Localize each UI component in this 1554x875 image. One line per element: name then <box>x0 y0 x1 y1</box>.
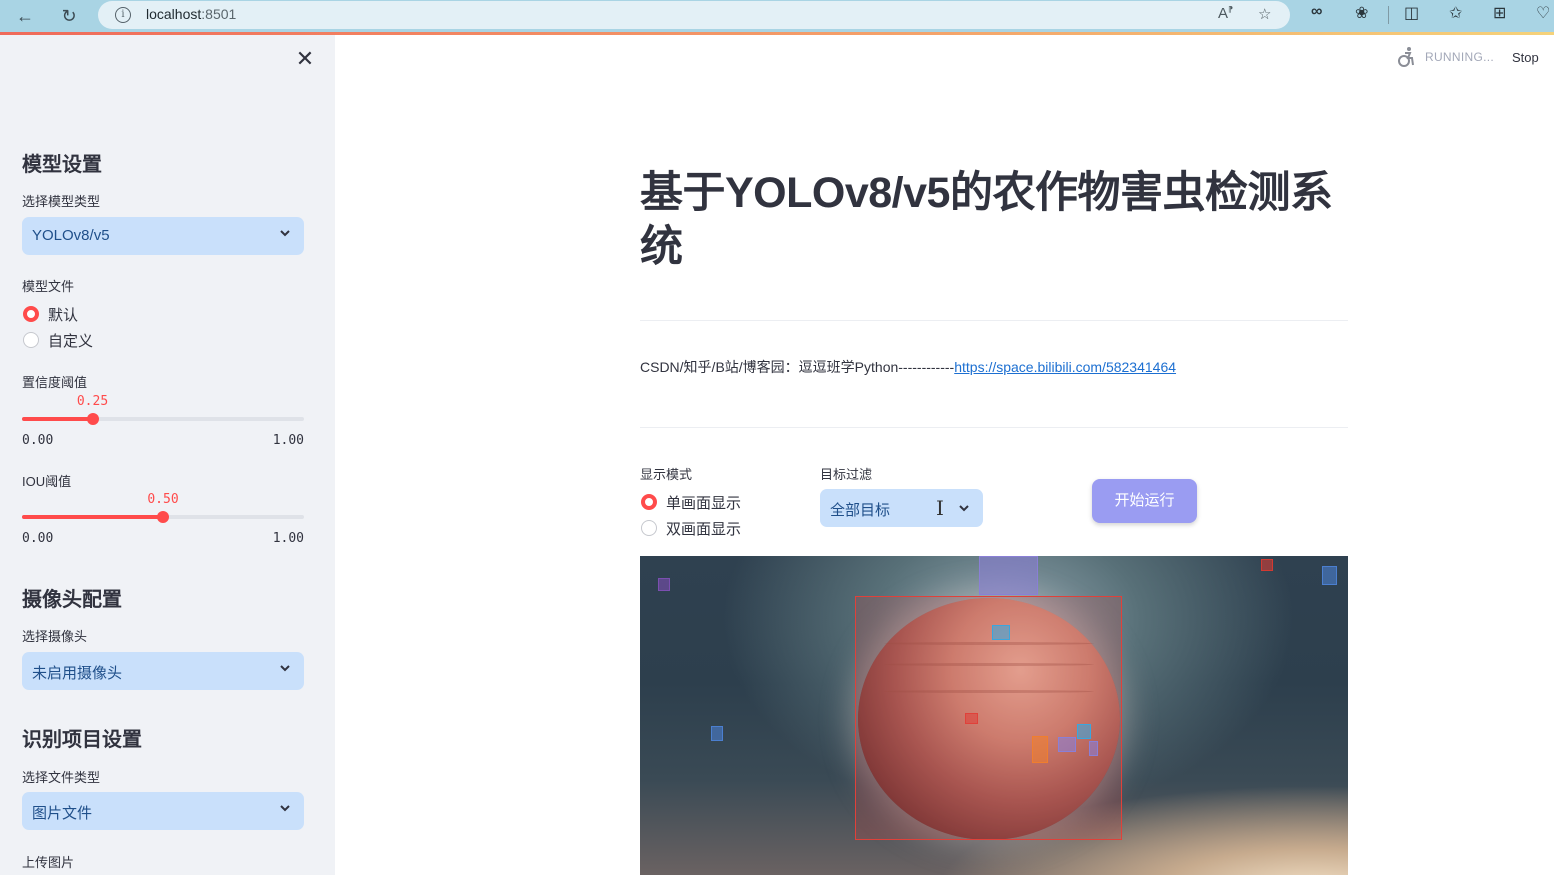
address-bar[interactable]: i localhost:8501 A⁋ ☆ <box>98 1 1290 29</box>
read-aloud-icon[interactable]: A⁋ <box>1218 5 1233 22</box>
back-icon[interactable]: ← <box>11 2 39 30</box>
model-type-label: 选择模型类型 <box>22 194 101 209</box>
camera-value: 未启用摄像头 <box>32 665 123 682</box>
display-mode-label: 显示模式 <box>640 467 693 482</box>
chevron-down-icon <box>959 505 969 512</box>
file-type-select[interactable]: 图片文件 <box>22 792 304 830</box>
radio-label: 自定义 <box>48 333 94 350</box>
toolbar-divider <box>1388 6 1389 24</box>
info-icon[interactable]: i <box>115 7 131 23</box>
model-settings-heading: 模型设置 <box>22 154 102 176</box>
bilibili-link[interactable]: https://space.bilibili.com/582341464 <box>954 359 1176 375</box>
text-cursor-icon: I <box>936 496 944 520</box>
divider <box>640 320 1348 321</box>
slider-min: 0.00 <box>22 531 54 546</box>
confidence-slider[interactable]: 0.25 0.00 1.00 <box>22 394 304 456</box>
file-type-value: 图片文件 <box>32 805 93 822</box>
radio-unselected-icon <box>23 332 39 348</box>
running-status-text: RUNNING... <box>1425 50 1494 64</box>
model-type-select[interactable]: YOLOv8/v5 <box>22 217 304 255</box>
close-sidebar-button[interactable]: ✕ <box>294 48 316 70</box>
favorite-star-icon[interactable]: ☆ <box>1258 5 1271 23</box>
radio-unselected-icon <box>641 520 657 536</box>
stop-button[interactable]: Stop <box>1512 50 1539 65</box>
radio-label: 双画面显示 <box>666 521 742 538</box>
chevron-down-icon <box>280 230 290 237</box>
detection-box <box>1077 724 1091 739</box>
detection-settings-heading: 识别项目设置 <box>22 729 142 751</box>
slider-current-value: 0.25 <box>76 394 109 409</box>
radio-label: 单画面显示 <box>666 495 742 512</box>
radio-label: 默认 <box>48 307 79 324</box>
radio-selected-icon <box>641 494 657 510</box>
divider <box>640 427 1348 428</box>
slider-max: 1.00 <box>272 433 304 448</box>
detection-box <box>1032 736 1048 763</box>
detection-box <box>979 556 1038 595</box>
author-info-text: CSDN/知乎/B站/博客园：逗逗班学Python------------ <box>640 359 955 375</box>
detection-box <box>992 625 1010 640</box>
confidence-label: 置信度阈值 <box>22 375 88 390</box>
slider-fill <box>22 417 93 421</box>
model-type-value: YOLOv8/v5 <box>32 227 110 244</box>
iou-label: IOU阈值 <box>22 474 72 489</box>
model-file-label: 模型文件 <box>22 279 75 294</box>
detection-box-large <box>855 596 1122 840</box>
upload-image-label: 上传图片 <box>22 855 75 870</box>
slider-max: 1.00 <box>272 531 304 546</box>
slider-current-value: 0.50 <box>147 492 179 507</box>
running-status-icon <box>1398 47 1414 67</box>
slider-fill <box>22 515 163 519</box>
camera-settings-heading: 摄像头配置 <box>22 589 122 611</box>
split-screen-icon[interactable]: ◫ <box>1404 3 1419 23</box>
detection-box <box>1322 566 1337 585</box>
extensions-icon[interactable]: ❀ <box>1355 3 1368 23</box>
detection-box <box>658 578 670 591</box>
slider-thumb[interactable] <box>157 511 169 523</box>
detection-box <box>711 726 723 741</box>
chevron-down-icon <box>280 665 290 672</box>
radio-selected-icon <box>23 306 39 322</box>
slider-thumb[interactable] <box>86 413 99 425</box>
author-info: CSDN/知乎/B站/博客园：逗逗班学Python------------htt… <box>640 357 1176 377</box>
infinity-icon[interactable]: ∞ <box>1311 3 1322 21</box>
target-filter-select[interactable]: 全部目标 I <box>820 489 983 527</box>
file-type-label: 选择文件类型 <box>22 770 101 785</box>
url-text: localhost:8501 <box>146 6 237 22</box>
detection-box <box>1058 737 1076 752</box>
reload-icon[interactable]: ↻ <box>55 2 83 30</box>
collections-icon[interactable]: ⊞ <box>1493 3 1506 23</box>
camera-label: 选择摄像头 <box>22 629 88 644</box>
target-filter-label: 目标过滤 <box>820 467 873 482</box>
detection-box <box>1089 741 1098 756</box>
sidebar: ✕ 模型设置 选择模型类型 YOLOv8/v5 模型文件 默认 自定义 置信度阈… <box>0 35 335 875</box>
target-filter-value: 全部目标 <box>830 502 891 519</box>
camera-select[interactable]: 未启用摄像头 <box>22 652 304 690</box>
detection-box <box>965 713 978 724</box>
detection-image <box>640 556 1348 875</box>
browser-toolbar: ← ↻ i localhost:8501 A⁋ ☆ ∞ ❀ ◫ ✩ ⊞ ♡ <box>0 0 1554 32</box>
slider-min: 0.00 <box>22 433 54 448</box>
start-run-button[interactable]: 开始运行 <box>1092 479 1197 523</box>
health-icon[interactable]: ♡ <box>1536 3 1550 23</box>
chevron-down-icon <box>280 805 290 812</box>
page-title: 基于YOLOv8/v5的农作物害虫检测系统 <box>640 169 1333 271</box>
detection-box <box>1261 559 1273 571</box>
iou-slider[interactable]: 0.50 0.00 1.00 <box>22 492 304 554</box>
favorites-list-icon[interactable]: ✩ <box>1449 3 1462 23</box>
